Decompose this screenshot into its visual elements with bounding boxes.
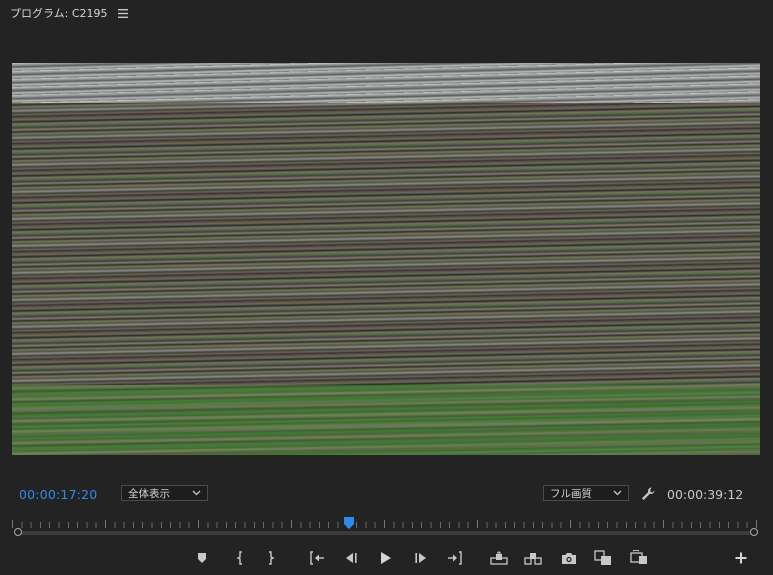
- marker-icon: [196, 552, 208, 564]
- hamburger-menu-icon[interactable]: [116, 6, 130, 20]
- mark-in-icon: [235, 551, 245, 565]
- zoom-level-value: 全体表示: [128, 487, 170, 500]
- go-to-in-icon: [309, 551, 325, 565]
- current-timecode[interactable]: 00:00:17:20: [19, 487, 97, 502]
- playback-quality-value: フル画質: [550, 487, 592, 500]
- program-monitor-video[interactable]: [12, 63, 760, 455]
- lift-icon: [490, 551, 508, 565]
- plus-icon: [735, 552, 747, 564]
- time-ruler[interactable]: [12, 513, 760, 541]
- scroll-handle-left[interactable]: [14, 528, 22, 536]
- camera-icon: [561, 552, 577, 565]
- lift-button[interactable]: [487, 546, 511, 570]
- step-forward-icon: [414, 552, 428, 564]
- chevron-down-icon: [192, 487, 201, 499]
- button-editor-button[interactable]: [729, 546, 753, 570]
- export-frame-button[interactable]: [557, 546, 581, 570]
- extract-button[interactable]: [521, 546, 545, 570]
- comparison-view-icon: [594, 550, 612, 566]
- ruler-major-ticks: [12, 520, 760, 528]
- zoom-level-select[interactable]: 全体表示: [121, 485, 208, 501]
- play-icon: [380, 551, 392, 565]
- play-button[interactable]: [374, 546, 398, 570]
- vr-video-button[interactable]: [627, 546, 651, 570]
- step-forward-button[interactable]: [409, 546, 433, 570]
- comparison-view-button[interactable]: [591, 546, 615, 570]
- playhead[interactable]: [343, 514, 354, 529]
- go-to-in-button[interactable]: [305, 546, 329, 570]
- step-back-icon: [344, 552, 358, 564]
- transport-controls: [0, 546, 773, 570]
- panel-title[interactable]: プログラム: C2195: [10, 5, 108, 21]
- wrench-icon[interactable]: [640, 486, 656, 502]
- duration-timecode: 00:00:39:12: [667, 487, 744, 502]
- step-back-button[interactable]: [339, 546, 363, 570]
- add-marker-button[interactable]: [190, 546, 214, 570]
- go-to-out-icon: [447, 551, 463, 565]
- mark-in-button[interactable]: [228, 546, 252, 570]
- monitor-controls-row: 00:00:17:20 全体表示 フル画質 00:00:39:12: [0, 483, 773, 505]
- mark-out-icon: [266, 551, 276, 565]
- panel-header: プログラム: C2195: [0, 0, 773, 26]
- mark-out-button[interactable]: [259, 546, 283, 570]
- scroll-handle-right[interactable]: [750, 528, 758, 536]
- extract-icon: [524, 551, 542, 565]
- chevron-down-icon: [613, 487, 622, 499]
- go-to-out-button[interactable]: [443, 546, 467, 570]
- vr-video-icon: [630, 550, 648, 566]
- playback-quality-select[interactable]: フル画質: [543, 485, 629, 501]
- zoom-scroll-bar[interactable]: [18, 531, 754, 535]
